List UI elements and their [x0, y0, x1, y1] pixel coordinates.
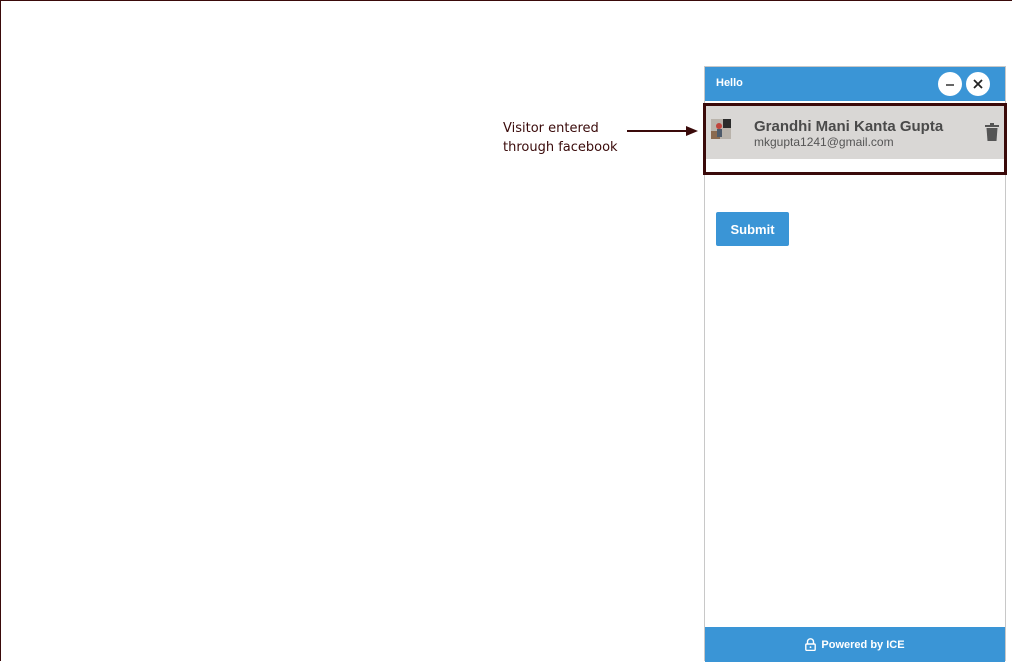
annotation-arrow-icon	[627, 126, 698, 136]
widget-footer: Powered by ICE	[705, 627, 1005, 662]
trash-icon[interactable]	[985, 123, 999, 141]
avatar	[711, 119, 731, 139]
visitor-email: mkgupta1241@gmail.com	[754, 135, 894, 149]
submit-button[interactable]: Submit	[716, 212, 789, 246]
close-icon	[973, 79, 983, 89]
annotation-label: Visitor entered through facebook	[503, 119, 618, 157]
widget-title: Hello	[716, 77, 743, 89]
close-button[interactable]	[966, 72, 990, 96]
annotation-line-1: Visitor entered	[503, 121, 599, 136]
visitor-name: Grandhi Mani Kanta Gupta	[754, 118, 944, 135]
widget-header: Hello	[705, 67, 1005, 101]
chat-widget: Hello Grandhi Mani Kanta Gupta mkgupta12…	[704, 66, 1006, 662]
visitor-card: Grandhi Mani Kanta Gupta mkgupta1241@gma…	[705, 105, 1005, 159]
minimize-button[interactable]	[938, 72, 962, 96]
minimize-icon	[946, 84, 954, 86]
footer-text: Powered by ICE	[821, 638, 905, 651]
annotation-line-2: through facebook	[503, 140, 618, 155]
lock-icon	[805, 638, 817, 651]
